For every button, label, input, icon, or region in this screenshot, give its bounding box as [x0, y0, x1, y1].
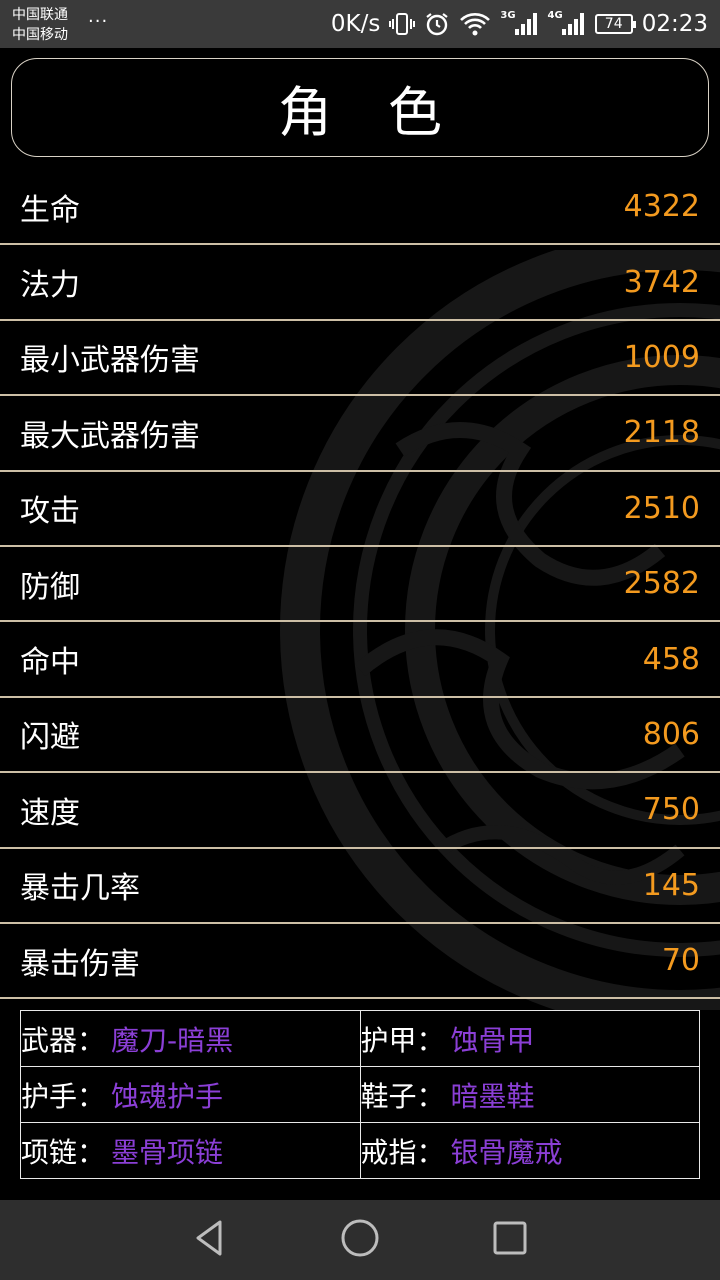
- carrier-info: 中国联通 中国移动: [12, 5, 68, 45]
- stat-value: 70: [661, 943, 700, 979]
- equipment-slot-necklace[interactable]: 项链： 墨骨项链: [20, 1122, 361, 1179]
- equipment-slot-shoes[interactable]: 鞋子： 暗墨鞋: [359, 1066, 700, 1123]
- item-name[interactable]: 魔刀-暗黑: [111, 1024, 233, 1057]
- stat-row-hp: 生命 4322: [0, 170, 720, 246]
- stat-value: 750: [642, 792, 700, 828]
- equipment-row: 项链： 墨骨项链 戒指： 银骨魔戒: [20, 1122, 700, 1179]
- carrier-2: 中国移动: [12, 27, 68, 43]
- wifi-icon: [459, 11, 491, 37]
- home-icon[interactable]: [340, 1218, 380, 1262]
- stat-row-defense: 防御 2582: [0, 547, 720, 623]
- back-icon[interactable]: [190, 1218, 230, 1262]
- stat-value: 458: [642, 641, 700, 677]
- item-name[interactable]: 墨骨项链: [111, 1136, 223, 1169]
- stat-row-max-damage: 最大武器伤害 2118: [0, 396, 720, 472]
- stat-label: 速度: [20, 795, 80, 831]
- battery-icon: 74: [594, 14, 636, 34]
- carrier-1: 中国联通: [12, 7, 68, 23]
- signal-icon-3g: 3G: [500, 9, 538, 37]
- stat-row-crit-damage: 暴击伤害 70: [0, 924, 720, 1000]
- slot-label: 鞋子：: [360, 1079, 445, 1113]
- clock: 02:23: [641, 11, 708, 37]
- network-type-1: 3G: [500, 9, 516, 21]
- signal-icon-4g: 4G: [547, 9, 586, 37]
- stat-label: 生命: [20, 192, 80, 228]
- stat-label: 命中: [20, 645, 80, 681]
- page-title-box: 角色: [11, 58, 709, 157]
- recents-icon[interactable]: [490, 1218, 530, 1262]
- stat-row-min-damage: 最小武器伤害 1009: [0, 321, 720, 397]
- vibrate-icon: [389, 11, 416, 37]
- stat-value: 2118: [623, 415, 700, 451]
- equipment-table: 武器： 魔刀-暗黑 护甲： 蚀骨甲 护手： 蚀魂护手 鞋子： 暗墨鞋 项链： 墨骨项链 戒…: [20, 1010, 700, 1179]
- stat-label: 闪避: [20, 720, 80, 756]
- stat-row-crit-rate: 暴击几率 145: [0, 849, 720, 924]
- stats-list: 生命 4322 法力 3742 最小武器伤害 1009 最大武器伤害 2118 …: [0, 170, 720, 1000]
- item-name[interactable]: 银骨魔戒: [451, 1136, 563, 1169]
- stat-label: 暴击伤害: [20, 946, 140, 982]
- network-type-2: 4G: [547, 9, 563, 21]
- equipment-row: 护手： 蚀魂护手 鞋子： 暗墨鞋: [20, 1066, 700, 1123]
- stat-value: 145: [642, 867, 700, 903]
- status-bar: 中国联通 中国移动 ... 0K/s 3G 4G 74 02:23: [0, 0, 720, 48]
- alarm-icon: [424, 11, 450, 37]
- slot-label: 项链：: [21, 1135, 106, 1169]
- stat-label: 攻击: [20, 494, 80, 530]
- stat-row-speed: 速度 750: [0, 773, 720, 849]
- navigation-bar: [0, 1200, 720, 1280]
- item-name[interactable]: 蚀骨甲: [451, 1024, 535, 1057]
- slot-label: 护手：: [21, 1079, 106, 1113]
- stat-label: 最小武器伤害: [20, 343, 200, 379]
- status-icons: 0K/s 3G 4G 74 02:23: [331, 0, 708, 48]
- item-name[interactable]: 蚀魂护手: [111, 1080, 223, 1113]
- equipment-row: 武器： 魔刀-暗黑 护甲： 蚀骨甲: [20, 1010, 700, 1067]
- stat-label: 暴击几率: [20, 871, 140, 907]
- slot-label: 戒指：: [360, 1135, 445, 1169]
- network-speed: 0K/s: [330, 11, 381, 37]
- equipment-slot-ring[interactable]: 戒指： 银骨魔戒: [359, 1122, 700, 1179]
- stat-label: 最大武器伤害: [20, 418, 200, 454]
- equipment-slot-weapon[interactable]: 武器： 魔刀-暗黑: [20, 1010, 361, 1067]
- stat-value: 4322: [623, 189, 700, 225]
- page-title: 角色: [278, 81, 498, 144]
- slot-label: 武器：: [21, 1023, 106, 1057]
- item-name[interactable]: 暗墨鞋: [451, 1080, 535, 1113]
- equipment-slot-gloves[interactable]: 护手： 蚀魂护手: [20, 1066, 361, 1123]
- stat-label: 防御: [20, 569, 80, 605]
- stat-value: 2510: [623, 490, 700, 526]
- equipment-slot-armor[interactable]: 护甲： 蚀骨甲: [359, 1010, 700, 1067]
- stat-row-attack: 攻击 2510: [0, 472, 720, 547]
- stat-label: 法力: [20, 268, 80, 304]
- more-notifications-icon: ...: [88, 6, 109, 27]
- stat-row-dodge: 闪避 806: [0, 698, 720, 774]
- stat-row-mp: 法力 3742: [0, 245, 720, 321]
- stat-value: 3742: [623, 264, 700, 300]
- stat-row-hit: 命中 458: [0, 622, 720, 698]
- stat-value: 1009: [623, 339, 700, 375]
- stat-value: 806: [642, 716, 700, 752]
- slot-label: 护甲：: [360, 1023, 445, 1057]
- stat-value: 2582: [623, 566, 700, 602]
